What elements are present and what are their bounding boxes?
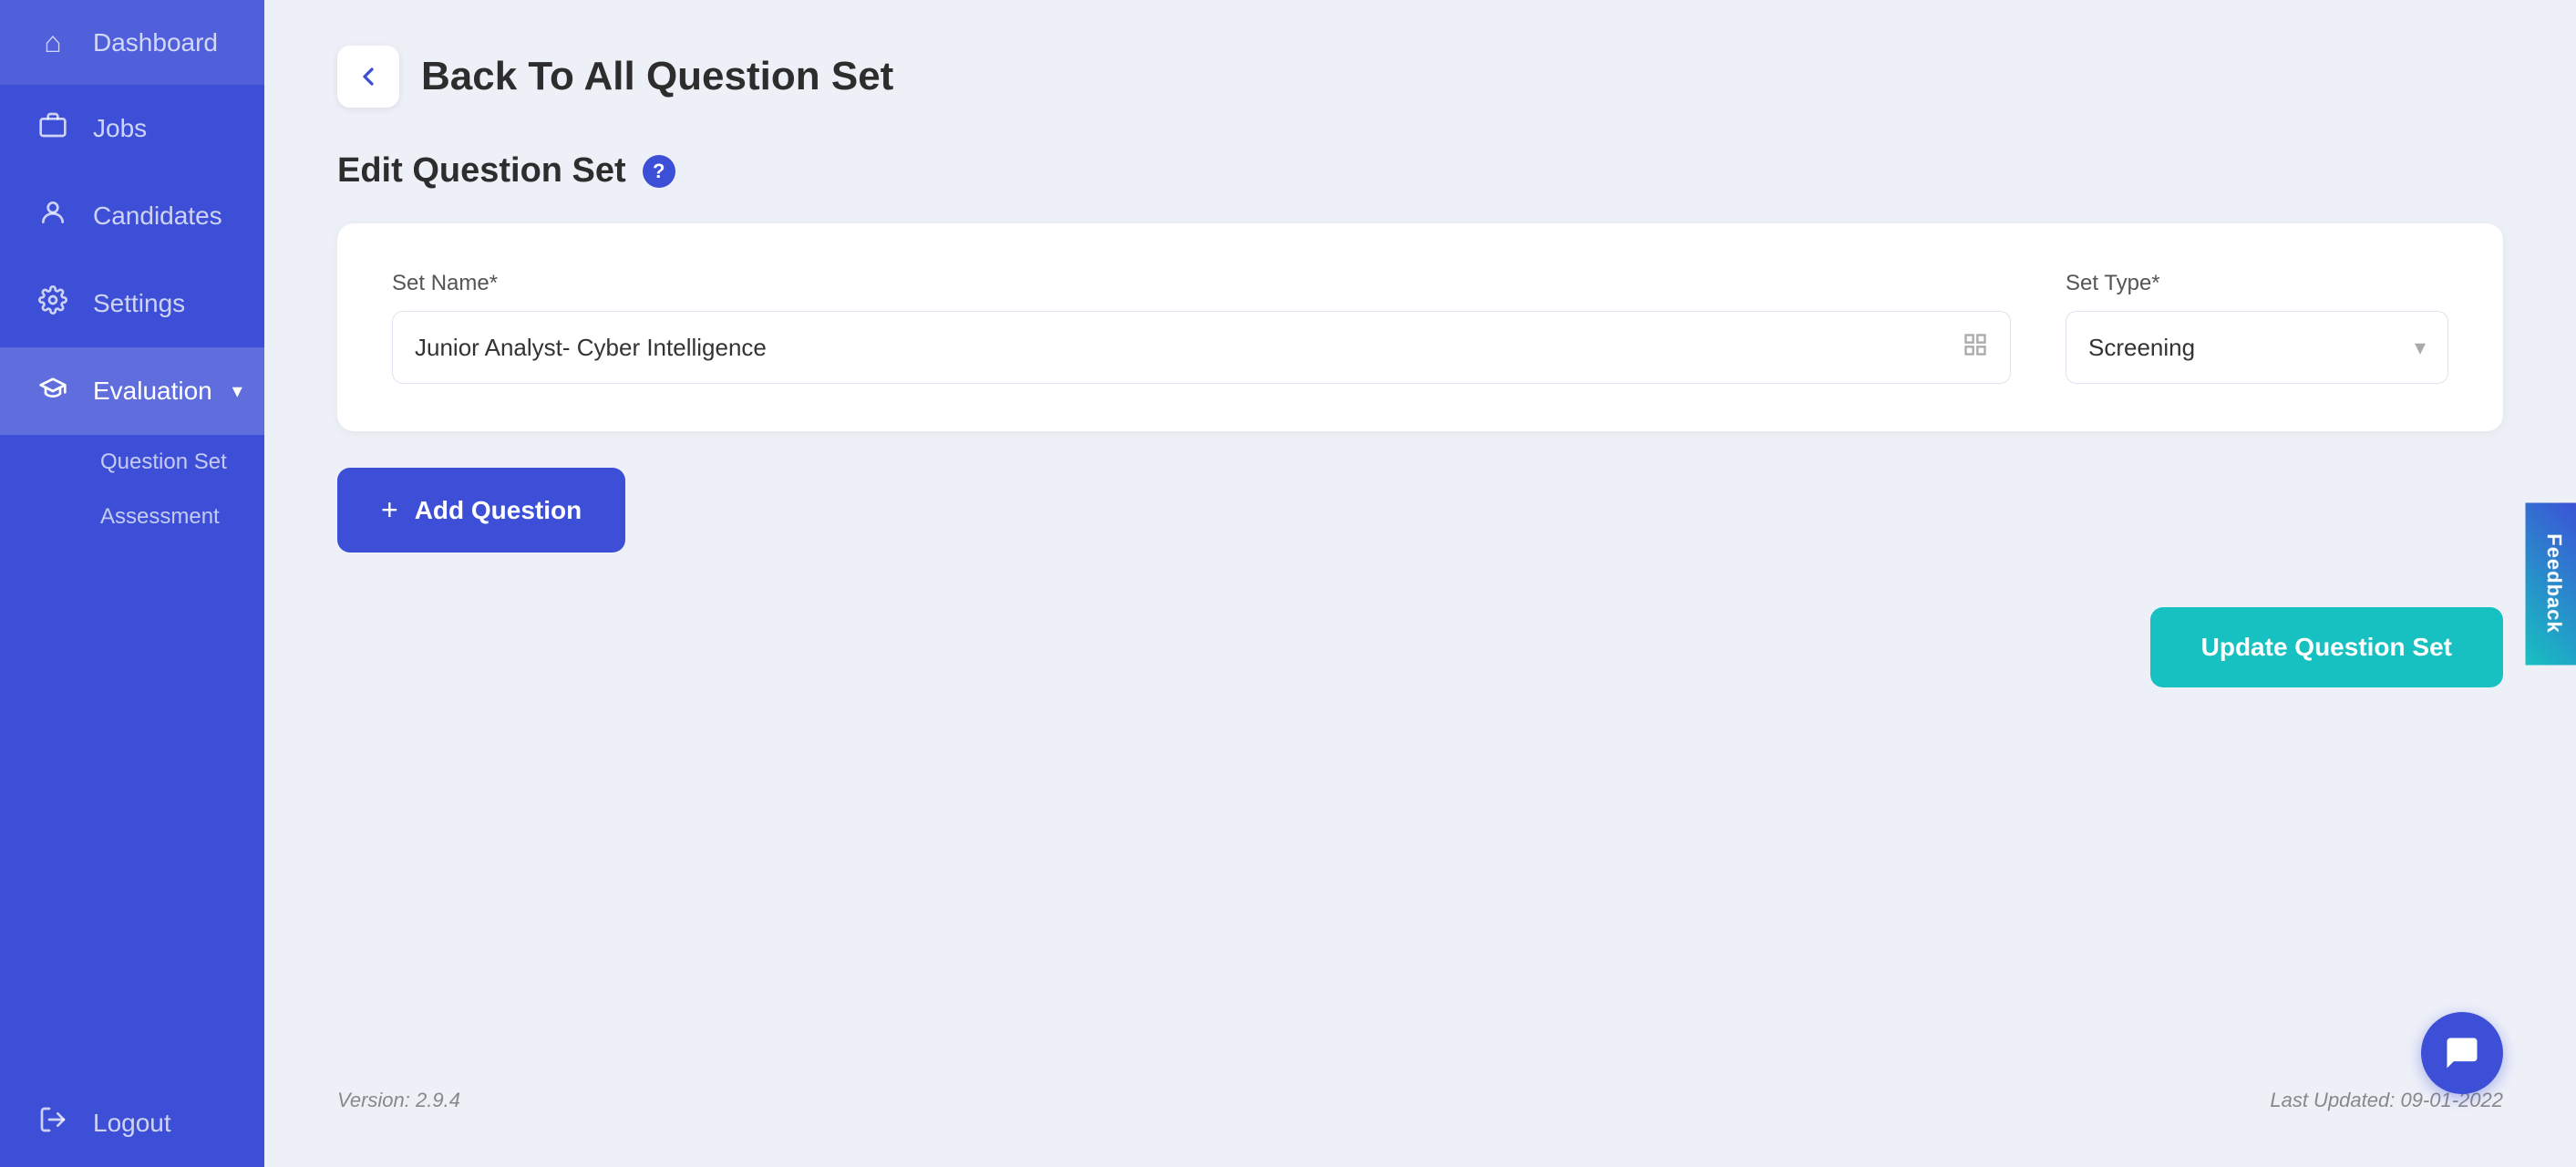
main-content: Back To All Question Set Edit Question S… <box>264 0 2576 1167</box>
evaluation-icon <box>33 373 73 409</box>
update-question-set-button[interactable]: Update Question Set <box>2150 607 2503 687</box>
feedback-tab[interactable]: Feedback <box>2525 502 2576 665</box>
add-question-button[interactable]: + Add Question <box>337 468 625 553</box>
chat-button[interactable] <box>2421 1012 2503 1094</box>
back-button[interactable] <box>337 46 399 108</box>
page-title-row: Edit Question Set ? <box>337 151 2503 191</box>
help-icon[interactable]: ? <box>643 155 675 188</box>
footer: Version: 2.9.4 Last Updated: 09-01-2022 <box>337 1052 2503 1112</box>
set-name-input[interactable] <box>415 334 1963 362</box>
chevron-down-icon: ▾ <box>232 379 242 403</box>
sidebar-item-dashboard[interactable]: ⌂ Dashboard <box>0 0 264 85</box>
jobs-icon <box>33 110 73 147</box>
sidebar-label-evaluation: Evaluation <box>93 377 212 406</box>
home-icon: ⌂ <box>33 26 73 59</box>
version-text: Version: 2.9.4 <box>337 1089 460 1112</box>
set-type-group: Set Type* Screening ▾ <box>2066 271 2448 384</box>
form-row: Set Name* Set Type* Screening ▾ <box>392 271 2448 384</box>
evaluation-submenu: Question Set Assessment <box>0 435 264 544</box>
settings-icon <box>33 285 73 322</box>
sidebar-label-settings: Settings <box>93 289 185 318</box>
back-title: Back To All Question Set <box>421 54 893 99</box>
sidebar-item-settings[interactable]: Settings <box>0 260 264 347</box>
sidebar-item-assessment[interactable]: Assessment <box>100 490 264 544</box>
set-name-group: Set Name* <box>392 271 2011 384</box>
set-name-input-wrapper[interactable] <box>392 311 2011 384</box>
sidebar-item-question-set[interactable]: Question Set <box>100 435 264 490</box>
set-type-label: Set Type* <box>2066 271 2448 296</box>
candidates-icon <box>33 198 73 234</box>
page-title: Edit Question Set <box>337 151 626 191</box>
form-card: Set Name* Set Type* Screening ▾ <box>337 223 2503 431</box>
sidebar-item-jobs[interactable]: Jobs <box>0 85 264 172</box>
set-type-value: Screening <box>2088 334 2195 362</box>
plus-icon: + <box>381 493 398 527</box>
chat-icon <box>2442 1033 2482 1073</box>
select-arrow-icon: ▾ <box>2415 335 2426 361</box>
update-row: Update Question Set <box>337 607 2503 687</box>
set-name-label: Set Name* <box>392 271 2011 296</box>
sidebar-label-candidates: Candidates <box>93 201 222 231</box>
logout-icon <box>33 1105 73 1141</box>
sidebar-label-dashboard: Dashboard <box>93 28 218 57</box>
sidebar-label-logout: Logout <box>93 1109 171 1138</box>
sidebar-label-jobs: Jobs <box>93 114 147 143</box>
sidebar-item-evaluation[interactable]: Evaluation ▾ <box>0 347 264 435</box>
sidebar-item-logout[interactable]: Logout <box>0 1079 264 1167</box>
back-row: Back To All Question Set <box>337 46 2503 108</box>
grid-icon <box>1963 332 1988 364</box>
sidebar-item-candidates[interactable]: Candidates <box>0 172 264 260</box>
set-type-select[interactable]: Screening ▾ <box>2066 311 2448 384</box>
sidebar: ⌂ Dashboard Jobs Candidates Settings <box>0 0 264 1167</box>
add-question-label: Add Question <box>415 496 582 525</box>
